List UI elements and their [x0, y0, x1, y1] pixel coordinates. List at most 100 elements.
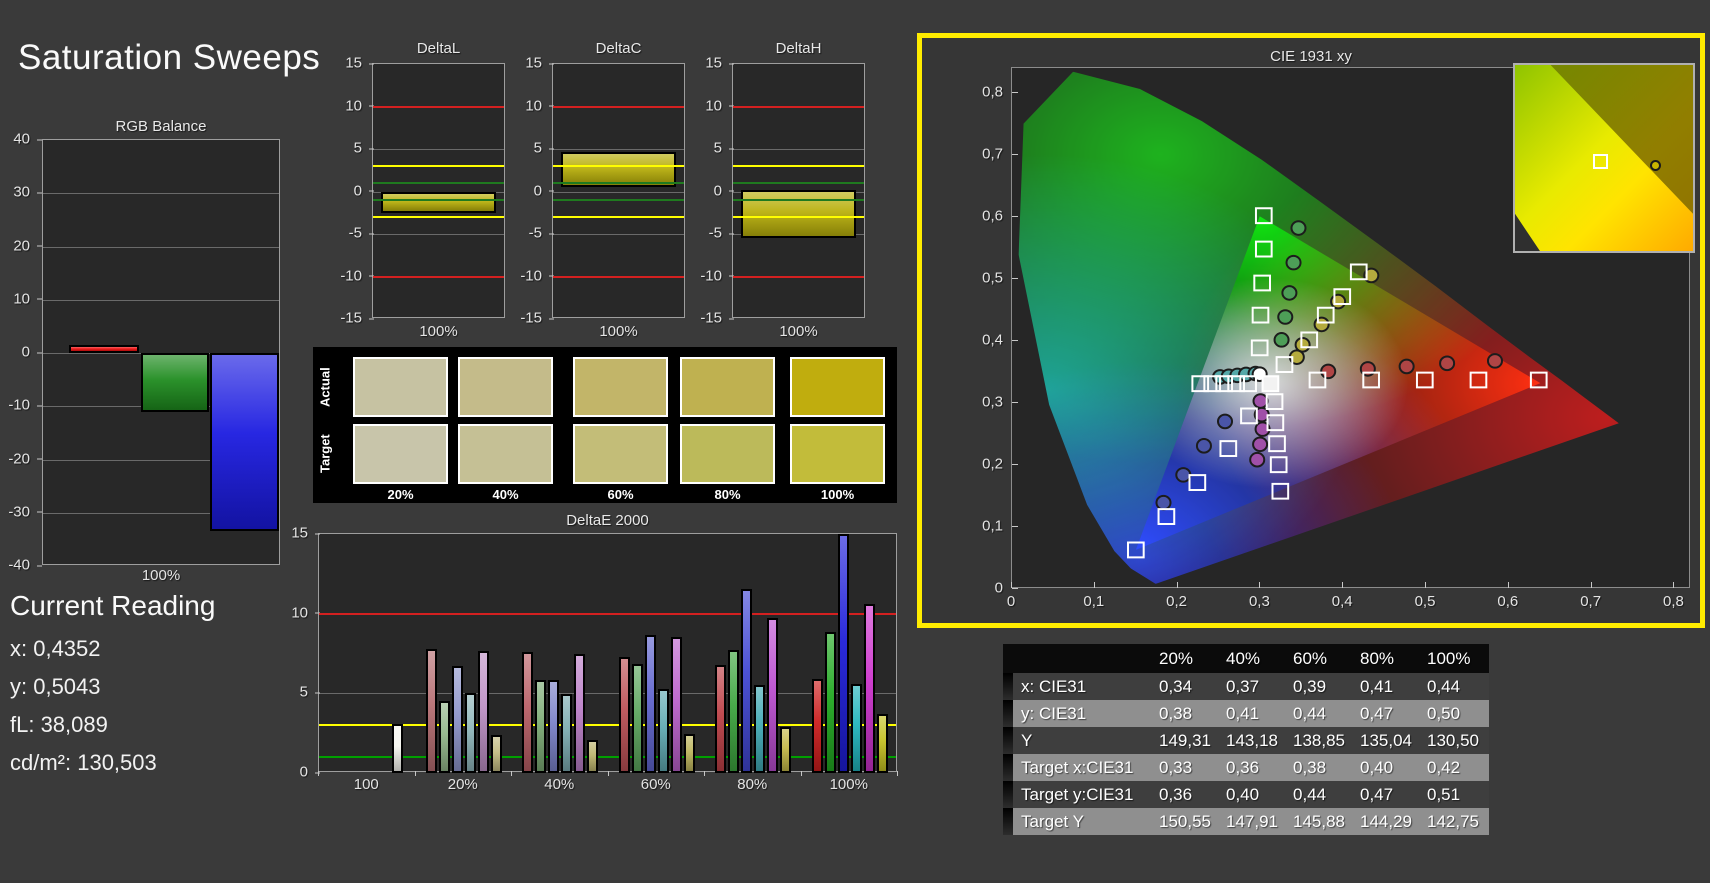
current-reading-cdm2: cd/m²: 130,503 [10, 750, 157, 775]
table-cell: 0,34 [1159, 676, 1193, 696]
table-cell: 0,44 [1427, 676, 1461, 696]
gridline [43, 246, 279, 248]
measured-point-yellow [1331, 295, 1345, 309]
deltae-bar [850, 683, 862, 773]
reference-line [553, 165, 684, 167]
measured-point-magenta [1253, 394, 1267, 408]
reference-line [319, 612, 896, 615]
y-tick-label: 0,8 [982, 83, 1003, 101]
actual-swatch [353, 357, 448, 417]
blue-bar [210, 353, 279, 532]
table-cell: 0,47 [1360, 784, 1394, 804]
x-tick-label: 0,1 [1083, 593, 1105, 610]
deltae-bar [535, 679, 547, 773]
y-tick-label: -5 [696, 225, 734, 242]
x-group-label: 100% [829, 776, 868, 793]
row-strip [1003, 727, 1013, 754]
gridline [553, 149, 684, 150]
measured-point-red [1440, 357, 1454, 371]
delta-plot [732, 63, 865, 318]
table-cell: 0,44 [1293, 703, 1327, 723]
table-cell: 0,51 [1427, 784, 1461, 804]
x-tick-label: 0,7 [1580, 593, 1602, 610]
y-tick-label: 0,2 [982, 455, 1003, 473]
deltae-bar [490, 734, 502, 773]
y-tick-label: 15 [280, 525, 320, 542]
deltae-bar [837, 534, 849, 773]
y-tick-label: -20 [0, 450, 42, 467]
table-cell: 130,50 [1427, 730, 1479, 750]
y-tick-label: 0 [696, 182, 734, 199]
page-title: Saturation Sweeps [18, 38, 321, 77]
x-tick [1176, 582, 1178, 588]
y-tick-label: -15 [336, 310, 374, 327]
row-strip [1003, 781, 1013, 808]
x-group-label: 20% [447, 776, 478, 793]
green-bar [141, 353, 209, 412]
row-strip [1003, 700, 1013, 727]
swatch-col-label: 60% [607, 487, 634, 502]
row-label: Target Y [1021, 811, 1085, 831]
saturation-sweeps-screen: Saturation Sweeps RGB Balance 100% 40 30 2… [0, 0, 1710, 883]
target-swatch [680, 424, 775, 484]
measured-point-blue [1197, 439, 1211, 453]
col-header: 80% [1360, 648, 1395, 668]
deltae-bar [561, 694, 573, 773]
reference-line [373, 216, 504, 218]
reference-line [733, 105, 864, 108]
gridline [553, 234, 684, 235]
y-tick [1012, 91, 1018, 93]
y-tick-label: 15 [696, 55, 734, 72]
measured-point-blue [1218, 415, 1232, 429]
y-tick-label: 20 [0, 237, 42, 254]
x-group-label: 80% [737, 776, 768, 793]
target-swatch [790, 424, 885, 484]
measured-point-green [1287, 256, 1301, 270]
x-axis-label: 100% [419, 323, 458, 340]
x-tick [1673, 582, 1675, 588]
deltae-bar [425, 648, 437, 773]
table-cell: 0,41 [1226, 703, 1260, 723]
x-tick-label: 0,3 [1248, 593, 1270, 610]
y-tick [1012, 525, 1018, 527]
x-tick [607, 771, 609, 776]
y-tick-label: -10 [336, 267, 374, 284]
col-header: 60% [1293, 648, 1328, 668]
x-tick [897, 771, 898, 776]
y-tick-label: 10 [696, 97, 734, 114]
y-tick-label: 5 [516, 140, 554, 157]
current-reading-fl: fL: 38,089 [10, 712, 108, 737]
deltae-bar [715, 665, 727, 773]
deltae-bar [780, 726, 792, 773]
col-header: 20% [1159, 648, 1194, 668]
y-tick-label: 0,5 [982, 269, 1003, 287]
y-tick [1012, 401, 1018, 403]
y-tick-label: 10 [0, 290, 42, 307]
row-label: x: CIE31 [1021, 676, 1087, 696]
x-tick-label: 0,2 [1166, 593, 1188, 610]
reference-line [319, 756, 896, 759]
x-tick-label: 0,6 [1497, 593, 1519, 610]
y-tick-label: 40 [0, 131, 42, 148]
table-cell: 147,91 [1226, 811, 1278, 831]
table-cell: 0,44 [1293, 784, 1327, 804]
rgb-balance-xlabel: 100% [141, 567, 181, 584]
deltae-bar [657, 689, 669, 773]
target-point-white [1263, 376, 1279, 391]
y-tick-label: -10 [516, 267, 554, 284]
measured-point-green [1282, 286, 1296, 300]
table-cell: 0,40 [1226, 784, 1260, 804]
y-tick-label: 10 [280, 604, 320, 621]
actual-swatch [790, 357, 885, 417]
col-header: 100% [1427, 648, 1471, 668]
table-cell: 0,47 [1360, 703, 1394, 723]
table-row: y: CIE31 0,38 0,41 0,44 0,47 0,50 [1003, 700, 1489, 727]
table-header-row: 20% 40% 60% 80% 100% [1003, 644, 1489, 673]
measured-point-green [1275, 333, 1289, 347]
y-tick-label: 0 [516, 182, 554, 199]
reference-line [373, 105, 504, 108]
table-cell: 150,55 [1159, 811, 1211, 831]
measured-point-yellow [1315, 318, 1329, 332]
table-cell: 144,29 [1360, 811, 1412, 831]
deltae-bar [741, 588, 753, 773]
